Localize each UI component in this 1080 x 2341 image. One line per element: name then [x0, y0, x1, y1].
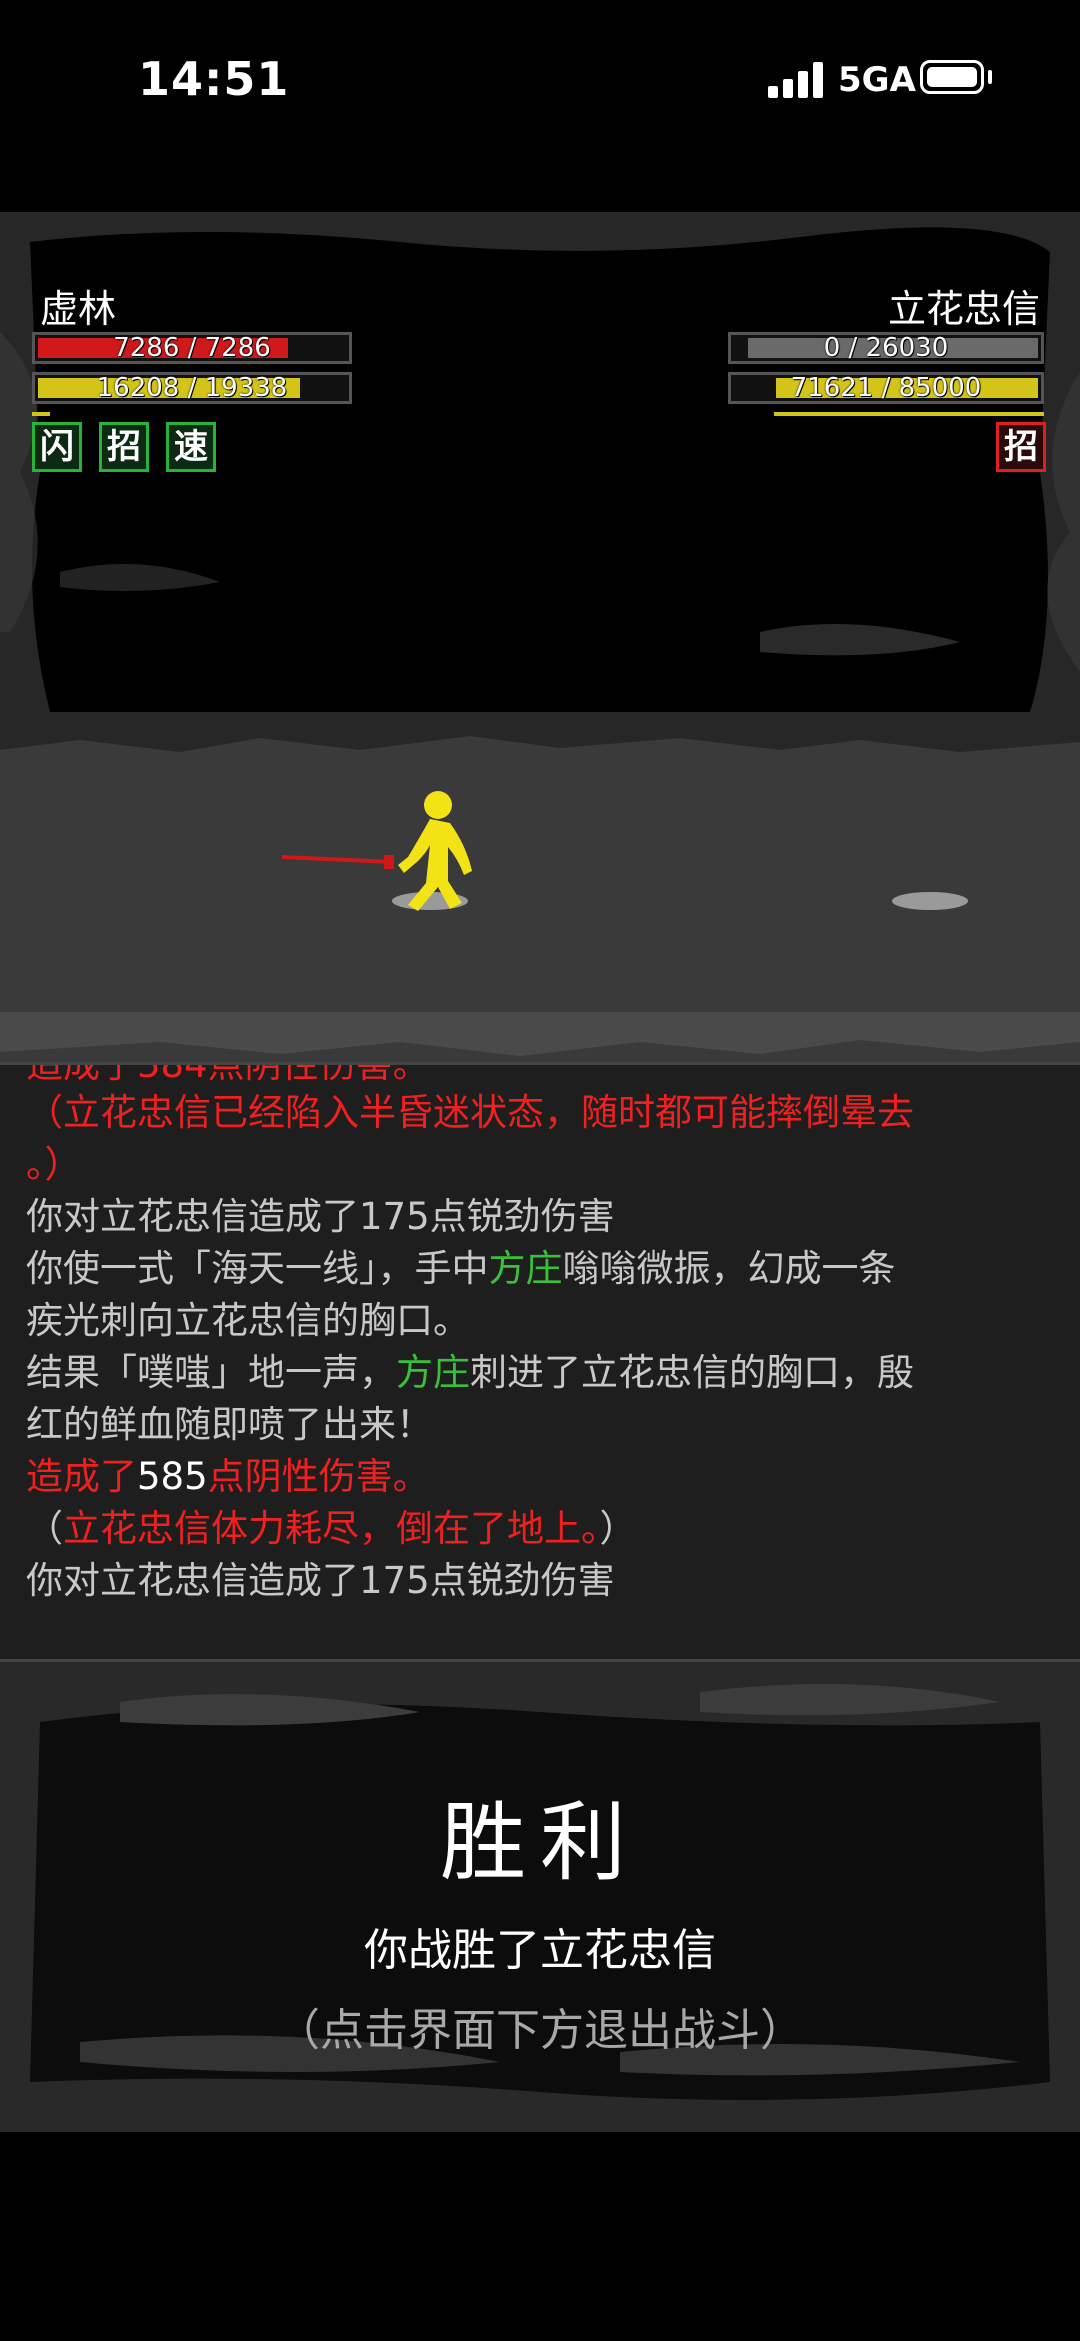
- enemy-charge-line: [774, 412, 1044, 416]
- enemy-skill-icon: 招: [996, 422, 1046, 472]
- ground-bottom-edge: [0, 1012, 1080, 1056]
- battery-tip: [988, 70, 992, 84]
- skill-move-icon[interactable]: 招: [99, 422, 149, 472]
- ink-wash-background: [0, 1662, 1080, 2132]
- player-hp-bar: 7286 / 7286: [32, 332, 352, 364]
- victory-panel[interactable]: 胜利 你战胜了立花忠信 （点击界面下方退出战斗）: [0, 1662, 1080, 2132]
- log-line: 你对立花忠信造成了175点锐劲伤害: [26, 1195, 615, 1238]
- player-mp-text: 16208 / 19338: [96, 373, 288, 403]
- player-charge-line: [32, 412, 50, 416]
- enemy-shadow: [892, 892, 968, 910]
- network-label: 5GA: [838, 60, 916, 100]
- log-line: 疾光刺向立花忠信的胸口。: [26, 1299, 470, 1342]
- battle-log[interactable]: 造成了584点阴性伤害。 （立花忠信已经陷入半昏迷状态，随时都可能摔倒晕去 。）…: [0, 1062, 1080, 1662]
- exit-hint[interactable]: （点击界面下方退出战斗）: [0, 1994, 1080, 2058]
- battle-scene[interactable]: 虚林 立花忠信 7286 / 7286 16208 / 19338 0 / 26…: [0, 212, 1080, 1062]
- weapon-name: 方庄: [488, 1247, 563, 1290]
- log-line: 结果「噗嗤」地一声，方庄刺进了立花忠信的胸口，殷: [26, 1351, 914, 1394]
- victory-title: 胜利: [440, 1793, 640, 1893]
- skill-dodge-icon[interactable]: 闪: [32, 422, 82, 472]
- status-bar: 14:51 5GA: [0, 0, 1080, 150]
- log-line: （立花忠信体力耗尽，倒在了地上。）: [26, 1507, 637, 1550]
- log-line: 。）: [26, 1143, 82, 1186]
- player-hp-text: 7286 / 7286: [113, 333, 271, 363]
- log-line: 你对立花忠信造成了175点锐劲伤害: [26, 1559, 615, 1602]
- player-mp-bar: 16208 / 19338: [32, 372, 352, 404]
- log-line: （立花忠信已经陷入半昏迷状态，随时都可能摔倒晕去: [26, 1091, 914, 1134]
- player-sprite-icon: [281, 791, 472, 911]
- weapon-name: 方庄: [396, 1351, 470, 1394]
- log-line: 你使一式「海天一线」，手中方庄嗡嗡微振，幻成一条: [26, 1247, 896, 1290]
- victory-message: 你战胜了立花忠信: [364, 1925, 716, 1976]
- log-line: 红的鲜血随即喷了出来！: [26, 1403, 433, 1446]
- enemy-mp-bar: 71621 / 85000: [728, 372, 1044, 404]
- enemy-name: 立花忠信: [887, 287, 1040, 331]
- enemy-hp-text: 0 / 26030: [823, 333, 949, 363]
- enemy-mp-text: 71621 / 85000: [790, 373, 982, 403]
- signal-icon: [768, 62, 824, 98]
- skill-speed-icon[interactable]: 速: [166, 422, 216, 472]
- enemy-hp-bar: 0 / 26030: [728, 332, 1044, 364]
- log-line: 造成了585点阴性伤害。: [26, 1455, 430, 1498]
- player-name: 虚林: [40, 287, 117, 331]
- battery-icon: [920, 60, 984, 94]
- status-time: 14:51: [138, 52, 290, 106]
